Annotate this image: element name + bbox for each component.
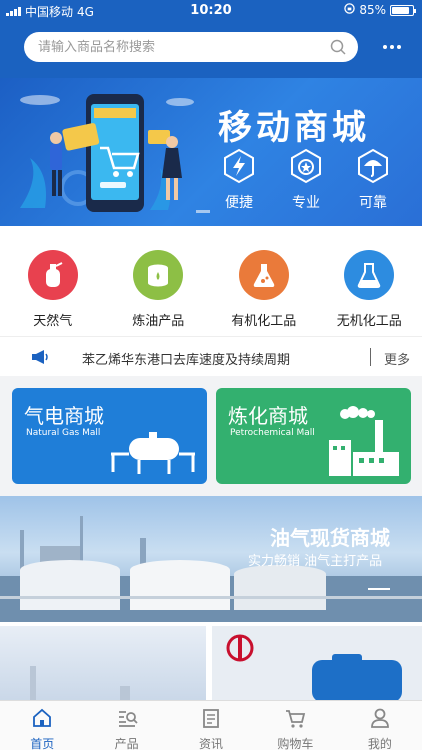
category-organic-chemicals[interactable]: 有机化工品: [211, 226, 317, 336]
news-ticker[interactable]: 苯乙烯华东港口去库速度及持续周期 更多: [0, 336, 422, 376]
banner-title: 移动商城: [218, 108, 370, 148]
bottom-tab-bar: 首页 产品 资讯 购物车 我的: [0, 700, 422, 750]
tab-label: 资讯: [199, 737, 224, 750]
mall-section: 气电商城 Natural Gas Mall 炼化商城 Petrochemical…: [0, 376, 422, 496]
mall-title: 气电商城: [24, 404, 104, 428]
badge-label: 便捷: [225, 195, 253, 211]
promo-banner[interactable]: 移动商城 便捷 专业 可靠: [0, 78, 422, 226]
category-label: 天然气: [33, 314, 73, 329]
megaphone-icon: [30, 349, 50, 369]
tab-profile[interactable]: 我的: [338, 701, 422, 750]
category-label: 有机化工品: [231, 314, 297, 329]
product-preview-row: [0, 622, 422, 702]
oil-banner-subtitle: 实力畅销 油气主打产品: [248, 554, 383, 569]
gas-power-mall-card[interactable]: 气电商城 Natural Gas Mall: [12, 388, 207, 484]
badge-convenient: 便捷: [216, 148, 262, 212]
banner-badges: 便捷 专业 可靠: [216, 148, 396, 212]
umbrella-icon: [358, 148, 388, 184]
cart-icon: [286, 710, 306, 728]
lock-rotation-icon: [344, 3, 356, 17]
tab-home[interactable]: 首页: [0, 701, 84, 750]
category-natural-gas[interactable]: 天然气: [0, 226, 106, 336]
ticker-text[interactable]: 苯乙烯华东港口去库速度及持续周期: [82, 349, 290, 368]
category-grid: 天然气 炼油产品 有机化工品 无机化工品: [0, 226, 422, 336]
badge-label: 专业: [292, 195, 320, 211]
oil-barrel-icon: [133, 250, 184, 300]
more-link[interactable]: 更多: [384, 349, 410, 368]
gas-tank-icon: [111, 432, 195, 474]
more-menu-icon[interactable]: [380, 38, 404, 56]
flask-icon: [238, 250, 289, 300]
oil-banner-title: 油气现货商城: [270, 526, 390, 550]
product-card-left[interactable]: [0, 626, 206, 702]
tab-label: 产品: [114, 737, 139, 750]
tab-news[interactable]: 资讯: [169, 701, 253, 750]
divider: [370, 348, 371, 366]
lightning-icon: [224, 148, 254, 184]
category-label: 无机化工品: [336, 314, 402, 329]
category-inorganic-chemicals[interactable]: 无机化工品: [317, 226, 422, 336]
search-icon[interactable]: [330, 39, 346, 59]
mall-subtitle: Petrochemical Mall: [230, 428, 315, 438]
category-label: 炼油产品: [132, 314, 185, 329]
petrochemical-mall-card[interactable]: 炼化商城 Petrochemical Mall: [216, 388, 411, 484]
tab-products[interactable]: 产品: [84, 701, 168, 750]
product-icon: [118, 711, 138, 727]
battery-icon: [390, 4, 416, 16]
battery-percent: 85%: [359, 3, 386, 17]
beaker-icon: [344, 250, 395, 300]
mall-subtitle: Natural Gas Mall: [26, 428, 101, 438]
tab-label: 购物车: [277, 737, 314, 750]
category-refined-oil[interactable]: 炼油产品: [106, 226, 212, 336]
header: 中国移动 4G 10:20 85%: [0, 0, 422, 78]
mall-title: 炼化商城: [228, 404, 308, 428]
badge-label: 可靠: [359, 195, 387, 211]
tab-cart[interactable]: 购物车: [253, 701, 337, 750]
search-input[interactable]: [38, 37, 318, 57]
user-icon: [370, 708, 389, 728]
product-card-right[interactable]: [212, 626, 422, 702]
tab-label: 首页: [30, 737, 55, 750]
tab-label: 我的: [367, 737, 392, 750]
divider: [368, 588, 390, 590]
oil-spot-mall-banner[interactable]: 油气现货商城 实力畅销 油气主打产品: [0, 496, 422, 622]
badge-professional: 专业: [283, 148, 329, 212]
search-bar[interactable]: [24, 32, 358, 62]
news-icon: [203, 709, 219, 728]
status-bar: 中国移动 4G 10:20 85%: [0, 0, 422, 22]
factory-icon: [329, 406, 399, 476]
gas-cylinder-icon: [27, 250, 78, 300]
badge-reliable: 可靠: [350, 148, 396, 212]
home-icon: [33, 708, 52, 727]
star-medal-icon: [291, 148, 321, 184]
shopping-illustration: [20, 94, 210, 213]
